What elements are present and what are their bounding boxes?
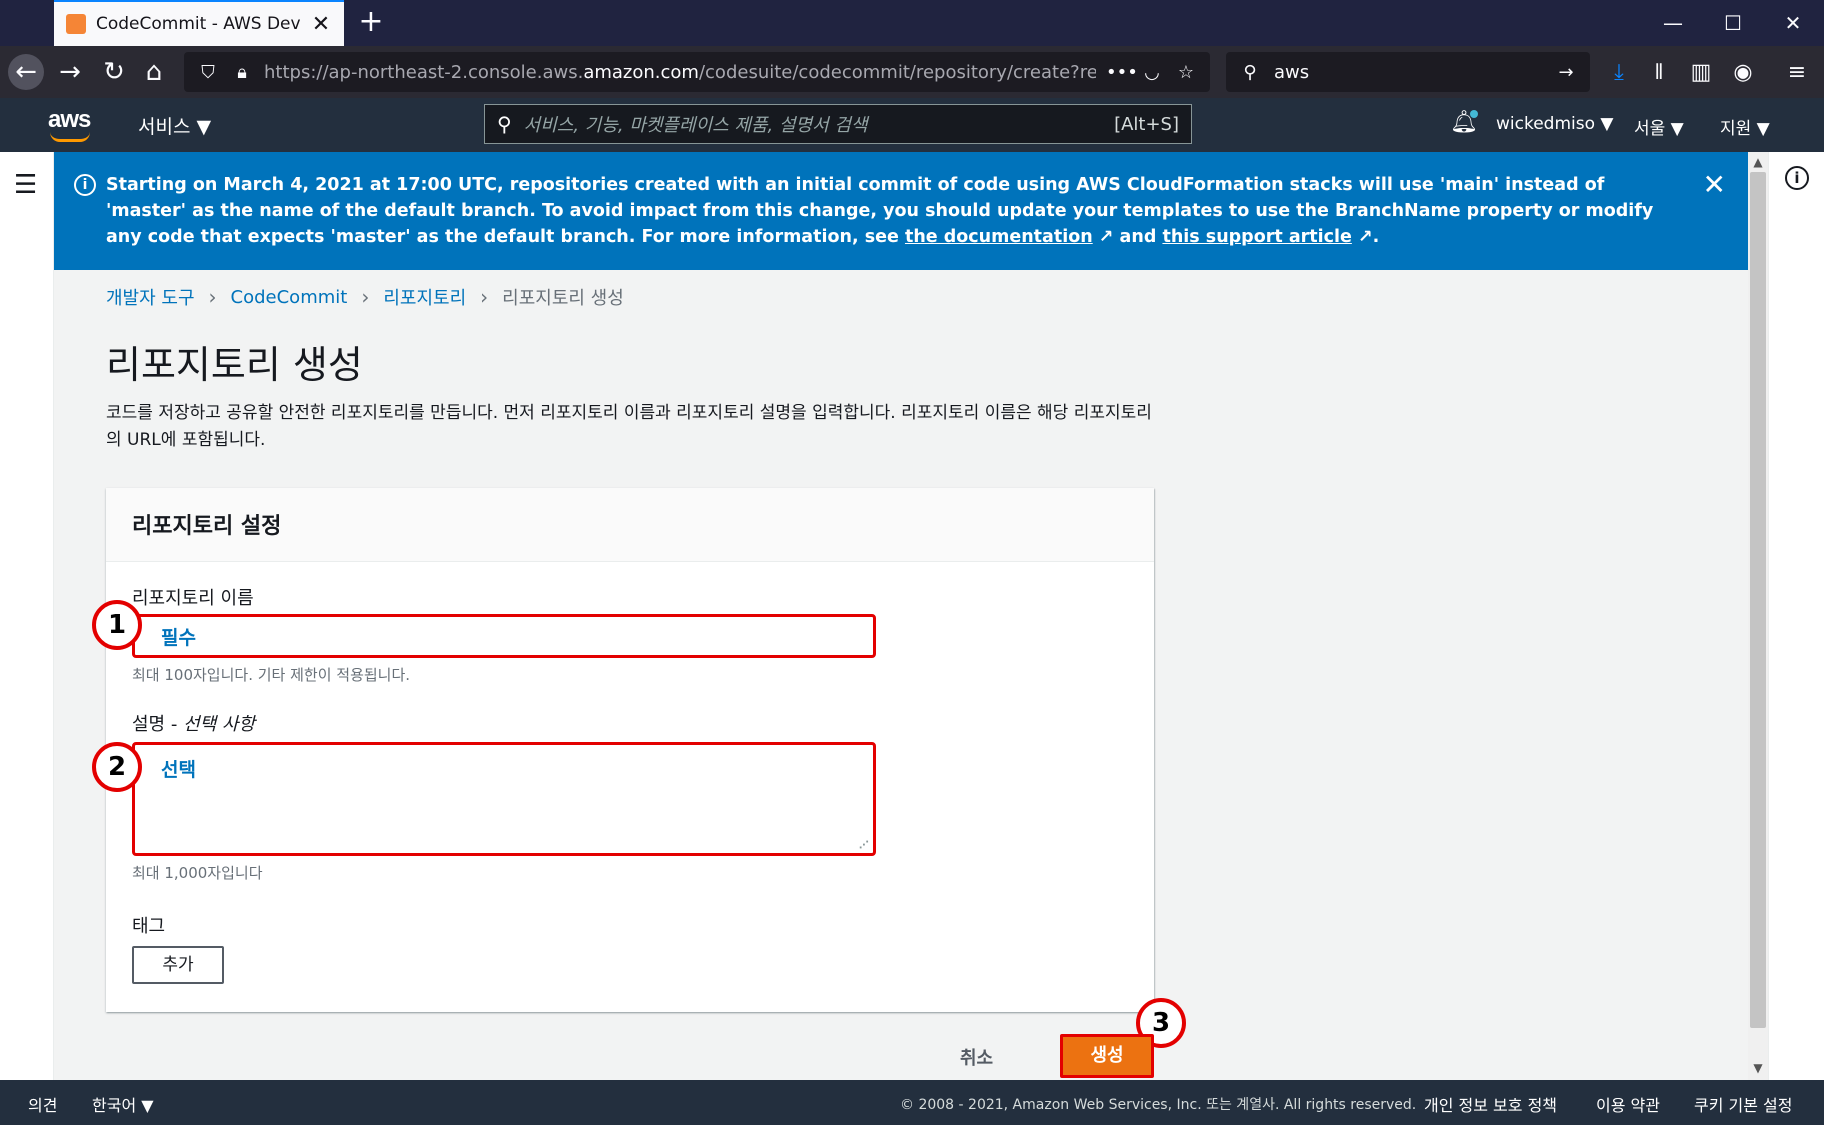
browser-tab[interactable]: CodeCommit - AWS Develope ✕ [54,0,344,46]
breadcrumb-developer-tools[interactable]: 개발자 도구 [106,284,195,310]
documentation-link[interactable]: the documentation [905,227,1093,247]
chevron-right-icon: › [480,285,489,309]
cookie-preferences-link[interactable]: 쿠키 기본 설정 [1694,1092,1793,1116]
page-description: 코드를 저장하고 공유할 안전한 리포지토리를 만듭니다. 먼저 리포지토리 이… [106,403,1152,450]
reload-icon[interactable]: ↻ [96,54,132,90]
panel-title: 리포지토리 설정 [132,514,282,539]
search-shortcut: [Alt+S] [1114,113,1179,135]
flashbar-message: Starting on March 4, 2021 at 17:00 UTC, … [106,175,1654,247]
repository-name-hint: 최대 100자입니다. 기타 제한이 적용됩니다. [132,666,411,684]
sidebar-icon[interactable]: ▥ [1686,58,1716,88]
description-hint: 최대 1,000자입니다 [132,864,263,882]
console-search-placeholder: 서비스, 기능, 마켓플레이스 제품, 설명서 검색 [523,115,868,136]
aws-logo[interactable]: aws [48,106,96,142]
repository-name-input[interactable]: 필수 [132,614,876,658]
repository-name-placeholder: 필수 [161,626,196,649]
repository-name-label: 리포지토리 이름 [132,588,254,609]
close-icon[interactable]: ✕ [1703,168,1726,201]
browser-search-value: aws [1274,61,1310,83]
add-tag-button[interactable]: 추가 [132,946,224,984]
url-bar[interactable]: ⛉ 🔒︎ https://ap-northeast-2.console.aws.… [184,52,1210,92]
account-icon[interactable]: ◉ [1728,58,1758,88]
cancel-button[interactable]: 취소 [960,1044,993,1070]
services-menu[interactable]: 서비스 ▼ [138,112,211,139]
copyright-text: © 2008 - 2021, Amazon Web Services, Inc.… [900,1097,1417,1113]
external-link-icon: ↗ [1357,227,1373,247]
search-icon: ⚲ [1243,61,1257,83]
tab-title: CodeCommit - AWS Develope [96,14,300,34]
support-menu[interactable]: 지원 ▼ [1720,114,1770,139]
more-actions-icon[interactable]: ••• [1106,62,1138,83]
scrollbar-thumb[interactable] [1750,172,1766,1028]
feedback-link[interactable]: 의견 [28,1092,57,1116]
notification-dot [1470,110,1478,118]
aws-console-header: aws 서비스 ▼ ⚲ 서비스, 기능, 마켓플레이스 제품, 설명서 검색 [… [0,98,1824,152]
pocket-icon[interactable]: ◡ [1140,62,1164,83]
description-label: 설명 - 선택 사항 [132,714,256,735]
shield-icon[interactable]: ⛉ [196,62,220,83]
bookmark-star-icon[interactable]: ☆ [1174,62,1198,83]
breadcrumb: 개발자 도구 › CodeCommit › 리포지토리 › 리포지토리 생성 [106,284,624,310]
go-arrow-icon[interactable]: → [1554,62,1578,83]
browser-toolbar: ← → ↻ ⌂ ⛉ 🔒︎ https://ap-northeast-2.cons… [0,46,1824,98]
new-tab-icon[interactable]: + [354,6,388,40]
scroll-up-icon[interactable]: ▲ [1748,152,1768,172]
menu-icon[interactable]: ≡ [1782,58,1812,88]
privacy-policy-link[interactable]: 개인 정보 보호 정책 [1424,1092,1557,1116]
region-menu[interactable]: 서울 ▼ [1634,114,1684,139]
aws-cube-icon [66,14,86,34]
minimize-icon[interactable]: — [1648,8,1698,38]
breadcrumb-repositories[interactable]: 리포지토리 [383,284,466,310]
panel-header: 리포지토리 설정 [106,488,1154,562]
user-menu[interactable]: wickedmiso ▼ [1496,114,1613,134]
chevron-right-icon: › [208,285,217,309]
library-icon[interactable]: 𝍪 [1644,58,1674,88]
support-article-link[interactable]: this support article [1162,227,1351,247]
resize-handle-icon[interactable]: ⋰ [859,840,869,851]
back-icon[interactable]: ← [8,54,44,90]
url-text[interactable]: https://ap-northeast-2.console.aws.amazo… [264,62,1096,83]
info-icon[interactable]: i [1785,166,1809,190]
repository-settings-panel: 리포지토리 설정 리포지토리 이름 필수 최대 100자입니다. 기타 제한이 … [106,488,1154,1012]
external-link-icon: ↗ [1098,227,1114,247]
info-icon: i [74,174,96,196]
search-icon: ⚲ [497,112,512,136]
close-tab-icon[interactable]: ✕ [310,12,332,37]
download-icon[interactable]: ⤓ [1604,58,1634,88]
forward-icon[interactable]: → [52,54,88,90]
language-selector[interactable]: 한국어 ▼ [92,1092,154,1116]
help-panel-toggle: i [1768,152,1824,1080]
tags-label: 태그 [132,916,166,937]
browser-search-bar[interactable]: ⚲ aws → [1226,52,1590,92]
browser-tab-strip: CodeCommit - AWS Develope ✕ + — ☐ ✕ [0,0,1824,46]
maximize-icon[interactable]: ☐ [1708,8,1758,38]
description-textarea[interactable]: 선택 ⋰ [132,742,876,856]
console-footer: 의견 한국어 ▼ © 2008 - 2021, Amazon Web Servi… [0,1080,1824,1125]
scroll-down-icon[interactable]: ▼ [1748,1058,1768,1078]
info-flashbar: i Starting on March 4, 2021 at 17:00 UTC… [54,152,1748,270]
side-navigation: ☰ [0,152,54,1080]
lock-icon[interactable]: 🔒︎ [230,62,254,83]
hamburger-menu-icon[interactable]: ☰ [14,170,37,200]
chevron-right-icon: › [361,285,370,309]
page-title: 리포지토리 생성 [106,343,363,387]
terms-link[interactable]: 이용 약관 [1596,1092,1660,1116]
breadcrumb-current: 리포지토리 생성 [502,288,624,309]
description-placeholder: 선택 [161,759,196,781]
home-icon[interactable]: ⌂ [136,54,172,90]
aws-smile-icon [50,132,90,142]
breadcrumb-codecommit[interactable]: CodeCommit [231,287,348,308]
create-button[interactable]: 생성 [1060,1034,1154,1078]
close-window-icon[interactable]: ✕ [1768,8,1818,38]
step-badge-2: 2 [92,742,142,792]
console-search-input[interactable]: ⚲ 서비스, 기능, 마켓플레이스 제품, 설명서 검색 [Alt+S] [484,104,1192,144]
step-badge-1: 1 [92,600,142,650]
